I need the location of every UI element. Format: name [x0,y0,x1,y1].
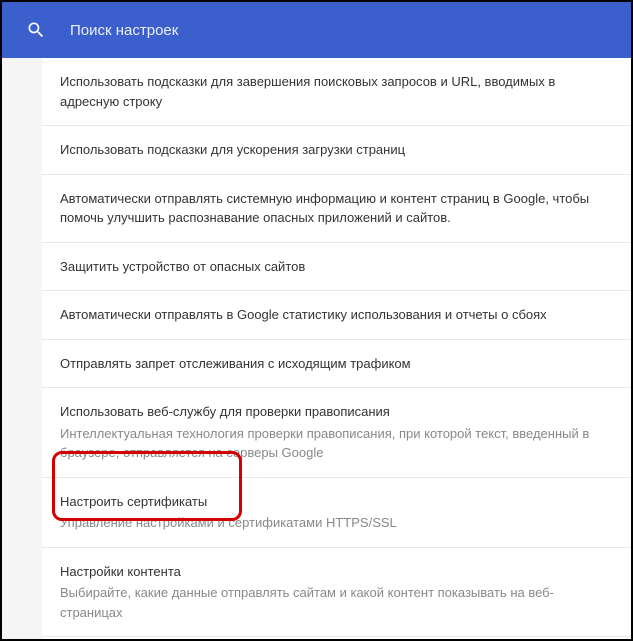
setting-desc: Управление настройками и сертификатами H… [60,513,613,533]
setting-certificates[interactable]: Настроить сертификаты Управление настрой… [42,478,631,548]
content-area: Использовать подсказки для завершения по… [2,58,631,639]
setting-content-settings[interactable]: Настройки контента Выбирайте, какие данн… [42,548,631,638]
setting-usage-stats[interactable]: Автоматически отправлять в Google статис… [42,291,631,340]
setting-title: Настройки контента [60,562,613,582]
setting-title: Настроить сертификаты [60,492,613,512]
setting-do-not-track[interactable]: Отправлять запрет отслеживания с исходящ… [42,340,631,389]
setting-safe-browsing[interactable]: Защитить устройство от опасных сайтов [42,243,631,292]
setting-send-system-info[interactable]: Автоматически отправлять системную инфор… [42,175,631,243]
setting-title: Автоматически отправлять системную инфор… [60,189,613,228]
setting-page-load-suggestions[interactable]: Использовать подсказки для ускорения заг… [42,126,631,175]
setting-title: Использовать веб-службу для проверки пра… [60,402,613,422]
setting-desc: Интеллектуальная технология проверки пра… [60,424,613,463]
setting-title: Отправлять запрет отслеживания с исходящ… [60,354,613,374]
search-input[interactable] [70,22,607,39]
setting-clear-history[interactable]: Очистить историю Удалить файлы cookie и … [42,637,631,639]
setting-spellcheck-service[interactable]: Использовать веб-службу для проверки пра… [42,388,631,478]
setting-title: Защитить устройство от опасных сайтов [60,257,613,277]
setting-autocomplete-suggestions[interactable]: Использовать подсказки для завершения по… [42,58,631,126]
search-icon [26,20,46,40]
setting-title: Использовать подсказки для ускорения заг… [60,140,613,160]
settings-list: Использовать подсказки для завершения по… [42,58,631,639]
setting-title: Автоматически отправлять в Google статис… [60,305,613,325]
setting-title: Использовать подсказки для завершения по… [60,72,613,111]
settings-header [2,2,631,58]
setting-desc: Выбирайте, какие данные отправлять сайта… [60,583,613,622]
